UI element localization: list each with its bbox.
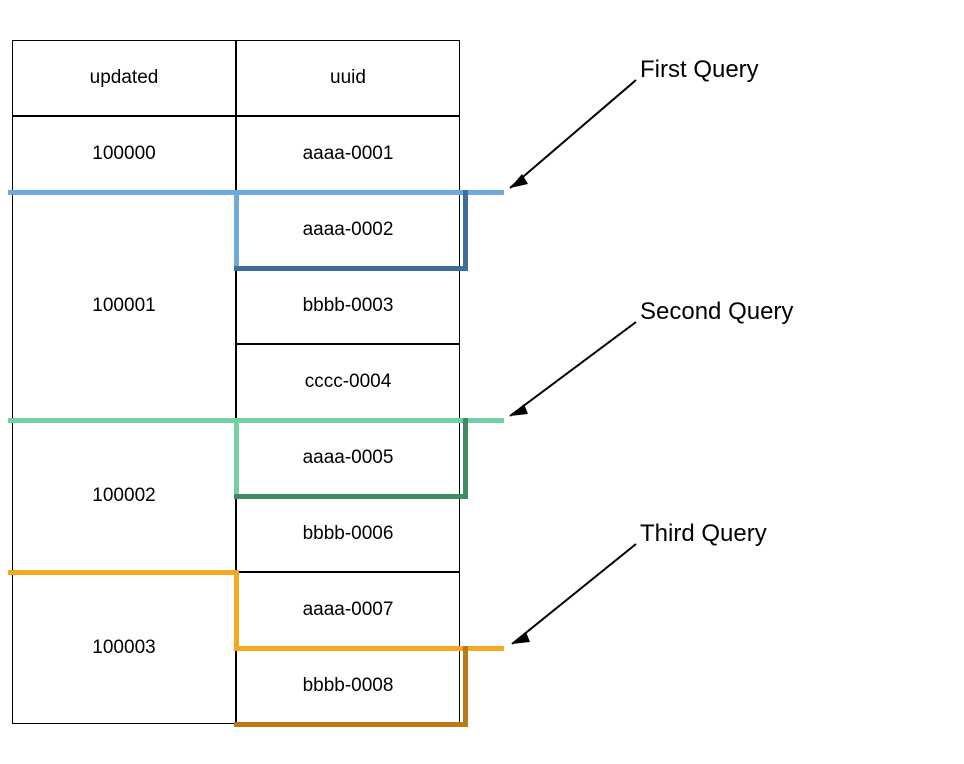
cell-updated-0: 100000: [12, 116, 236, 192]
col-header-updated: updated: [12, 40, 236, 116]
third-query-label: Third Query: [640, 520, 767, 548]
cell-uuid-2-0: aaaa-0005: [236, 420, 460, 496]
cell-uuid-3-0: aaaa-0007: [236, 572, 460, 648]
cell-updated-2: 100002: [12, 420, 236, 572]
third-query-right-vertical: [463, 646, 468, 727]
cell-uuid-0-0: aaaa-0001: [236, 116, 460, 192]
second-query-label: Second Query: [640, 298, 793, 326]
col-header-uuid: uuid: [236, 40, 460, 116]
cell-updated-3: 100003: [12, 572, 236, 724]
first-query-label: First Query: [640, 56, 759, 84]
cell-uuid-3-1: bbbb-0008: [236, 648, 460, 724]
first-query-right-vertical: [463, 190, 468, 271]
cell-uuid-2-1: bbbb-0006: [236, 496, 460, 572]
second-query-right-vertical: [463, 418, 468, 499]
diagram-canvas: updated uuid 100000 aaaa-0001 100001 aaa…: [0, 0, 964, 764]
cell-updated-1: 100001: [12, 192, 236, 420]
cell-uuid-1-1: bbbb-0003: [236, 268, 460, 344]
cell-uuid-1-0: aaaa-0002: [236, 192, 460, 268]
cell-uuid-1-2: cccc-0004: [236, 344, 460, 420]
